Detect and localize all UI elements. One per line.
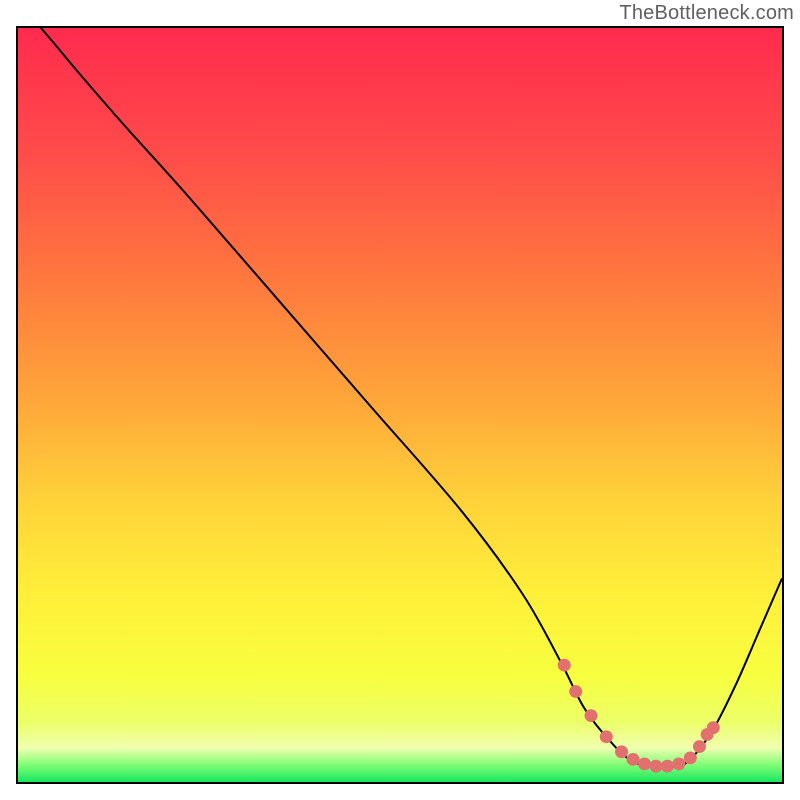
curve-layer — [18, 28, 782, 782]
optimal-marker — [600, 730, 613, 743]
optimal-marker — [693, 740, 706, 753]
optimal-marker — [649, 760, 662, 773]
optimal-marker — [569, 685, 582, 698]
bottleneck-curve — [18, 28, 782, 768]
optimal-marker — [661, 760, 674, 773]
optimal-marker — [615, 745, 628, 758]
chart-container: TheBottleneck.com — [0, 0, 800, 800]
optimal-marker — [638, 757, 651, 770]
optimal-marker — [672, 757, 685, 770]
optimal-marker — [684, 751, 697, 764]
optimal-marker — [707, 721, 720, 734]
optimal-marker — [558, 659, 571, 672]
plot-area — [16, 26, 784, 784]
watermark-text: TheBottleneck.com — [619, 2, 794, 25]
optimal-marker — [627, 753, 640, 766]
optimal-marker — [585, 709, 598, 722]
